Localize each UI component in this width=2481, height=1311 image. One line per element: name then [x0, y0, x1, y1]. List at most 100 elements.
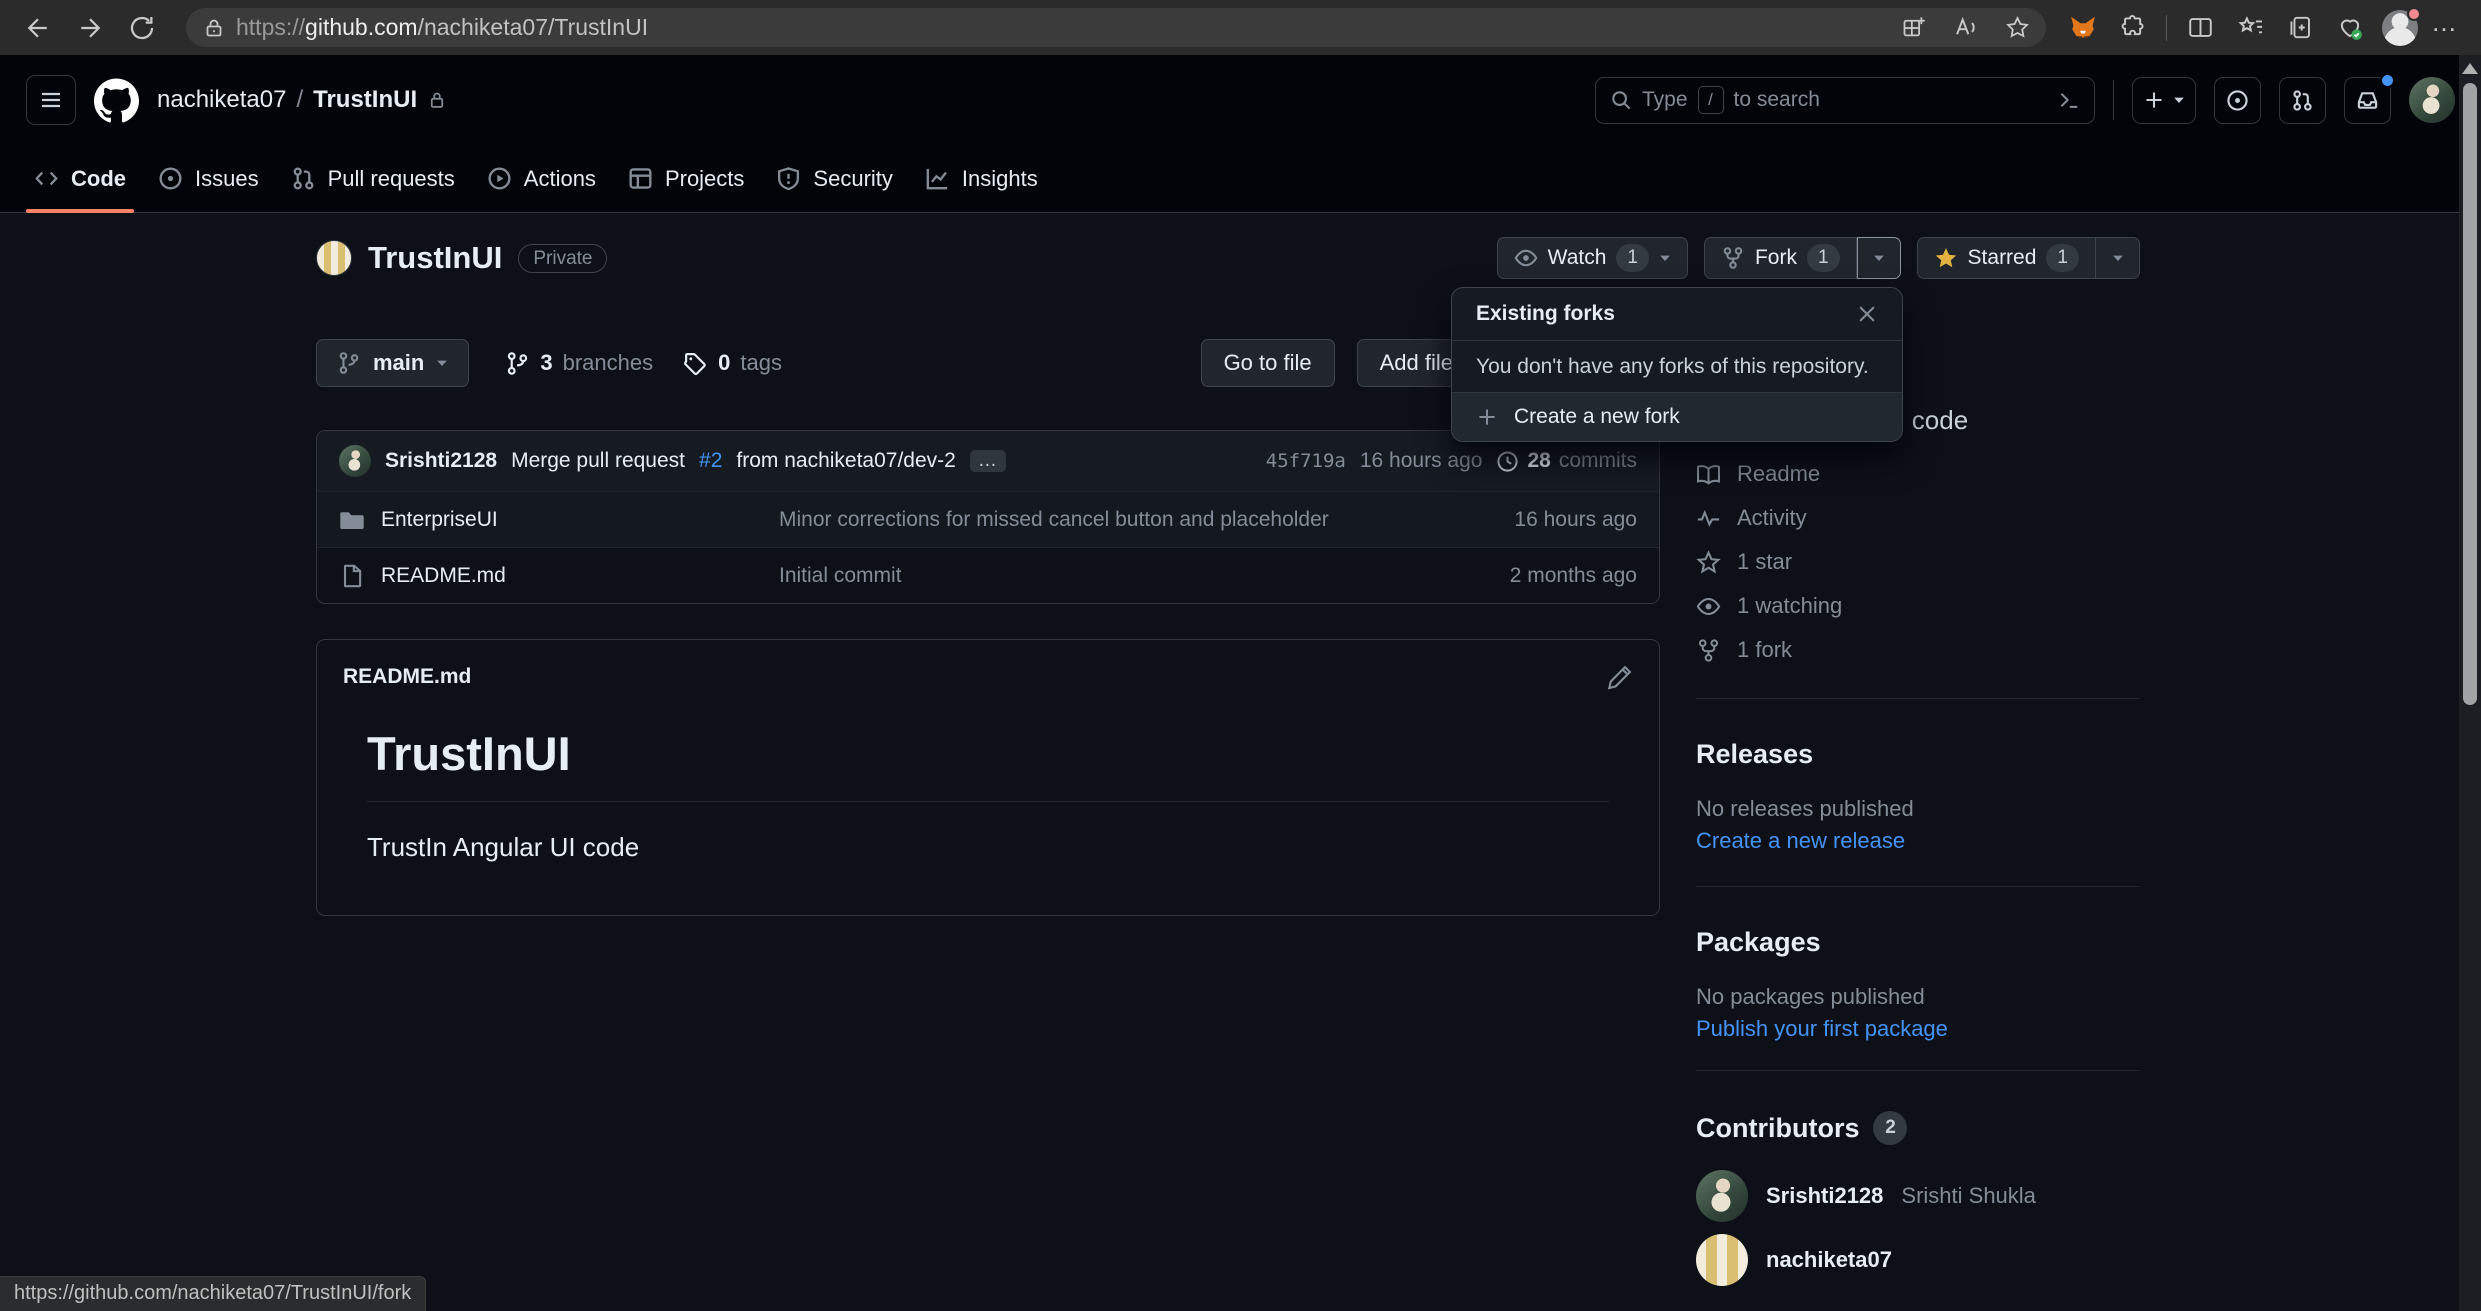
sidebar-item-stars[interactable]: 1 star — [1696, 540, 2140, 584]
commit-message-tail[interactable]: from nachiketa07/dev-2 — [736, 449, 955, 473]
contributor-login[interactable]: nachiketa07 — [1766, 1247, 1892, 1273]
pulse-icon — [1696, 506, 1721, 531]
eye-icon — [1696, 594, 1721, 619]
file-row[interactable]: README.md Initial commit 2 months ago — [317, 547, 1659, 603]
search-placeholder-prefix: Type — [1642, 88, 1688, 112]
tab-label: Projects — [665, 166, 744, 192]
contributor-row[interactable]: nachiketa07 — [1696, 1231, 2140, 1289]
collections-button[interactable] — [2227, 6, 2273, 50]
commits-count: 28 — [1527, 449, 1550, 473]
toolbar-divider — [2166, 15, 2167, 41]
scrollbar-thumb[interactable] — [2463, 83, 2477, 705]
star-dropdown-button[interactable] — [2096, 237, 2140, 279]
commit-pr-link[interactable]: #2 — [699, 449, 722, 473]
sidebar-item-watching[interactable]: 1 watching — [1696, 584, 2140, 628]
breadcrumb-repo-link[interactable]: TrustInUI — [313, 86, 417, 114]
contributors-heading[interactable]: Contributors — [1696, 1113, 1859, 1144]
contributor-login[interactable]: Srishti2128 — [1766, 1183, 1883, 1209]
browser-profile-button[interactable] — [2377, 6, 2423, 50]
tab-pull-requests[interactable]: Pull requests — [275, 145, 471, 212]
starred-button[interactable]: Starred 1 — [1917, 237, 2096, 279]
fork-button[interactable]: Fork 1 — [1704, 237, 1857, 279]
tab-insights[interactable]: Insights — [909, 145, 1054, 212]
file-name[interactable]: EnterpriseUI — [381, 508, 498, 532]
split-screen-button[interactable] — [2177, 6, 2223, 50]
branches-link[interactable]: 3 branches — [505, 350, 653, 376]
contributor-avatar[interactable] — [1696, 1234, 1748, 1286]
breadcrumb-owner-link[interactable]: nachiketa07 — [157, 86, 286, 114]
close-icon[interactable] — [1856, 303, 1878, 325]
tab-code[interactable]: Code — [18, 145, 142, 212]
header-divider — [2113, 80, 2114, 120]
browser-refresh-button[interactable] — [118, 6, 166, 50]
commit-author-avatar[interactable] — [339, 445, 371, 477]
go-to-file-button[interactable]: Go to file — [1201, 339, 1335, 387]
contributor-avatar[interactable] — [1696, 1170, 1748, 1222]
branch-selector[interactable]: main — [316, 339, 469, 387]
git-branch-icon — [337, 351, 361, 375]
browser-settings-menu-button[interactable]: … — [2427, 7, 2467, 48]
user-avatar-button[interactable] — [2409, 77, 2455, 123]
sidebar-divider — [1696, 886, 2140, 887]
tab-projects[interactable]: Projects — [612, 145, 760, 212]
browser-essentials-button[interactable] — [2327, 6, 2373, 50]
branches-label: branches — [563, 350, 654, 376]
add-tab-group-button[interactable] — [2277, 6, 2323, 50]
create-release-link[interactable]: Create a new release — [1696, 828, 2140, 854]
sidebar-item-label: Readme — [1737, 461, 1820, 487]
browser-forward-button[interactable] — [66, 6, 114, 50]
tab-actions[interactable]: Actions — [471, 145, 612, 212]
publish-package-link[interactable]: Publish your first package — [1696, 1016, 2140, 1042]
tab-label: Issues — [195, 166, 259, 192]
tab-security[interactable]: Security — [760, 145, 908, 212]
file-commit-message[interactable]: Initial commit — [779, 564, 1427, 588]
fork-dropdown-button[interactable] — [1857, 237, 1901, 279]
commit-history-link[interactable]: 28 commits — [1496, 449, 1637, 473]
page-scrollbar[interactable] — [2459, 55, 2481, 1311]
metamask-extension-button[interactable] — [2060, 6, 2106, 50]
browser-back-button[interactable] — [14, 6, 62, 50]
readme-filename[interactable]: README.md — [343, 665, 471, 689]
commit-ellipsis-button[interactable]: … — [970, 450, 1006, 472]
commit-message[interactable]: Merge pull request — [511, 449, 685, 473]
sidebar-item-forks[interactable]: 1 fork — [1696, 628, 2140, 672]
profile-sync-dot — [2407, 7, 2421, 21]
edit-pencil-icon[interactable] — [1607, 664, 1633, 690]
packages-heading[interactable]: Packages — [1696, 927, 2140, 958]
issues-button[interactable] — [2214, 77, 2261, 124]
create-new-button[interactable] — [2132, 77, 2196, 124]
github-logo-icon[interactable] — [94, 78, 139, 123]
breadcrumb-separator: / — [296, 86, 303, 114]
sidebar-item-readme[interactable]: Readme — [1696, 452, 2140, 496]
sidebar-item-activity[interactable]: Activity — [1696, 496, 2140, 540]
create-fork-label: Create a new fork — [1514, 405, 1680, 429]
tab-issues[interactable]: Issues — [142, 145, 275, 212]
workspaces-button[interactable] — [1892, 10, 1934, 46]
tags-link[interactable]: 0 tags — [683, 350, 782, 376]
repo-header: TrustInUI Private Watch 1 Fork 1 — [316, 237, 2140, 279]
search-input[interactable]: Type / to search — [1595, 77, 2095, 124]
file-commit-time: 2 months ago — [1427, 564, 1637, 588]
notifications-inbox-button[interactable] — [2344, 77, 2391, 124]
releases-heading[interactable]: Releases — [1696, 739, 2140, 770]
contributor-row[interactable]: Srishti2128 Srishti Shukla — [1696, 1167, 2140, 1225]
commit-hash[interactable]: 45f719a — [1266, 450, 1346, 472]
file-commit-message[interactable]: Minor corrections for missed cancel butt… — [779, 508, 1427, 532]
watch-button[interactable]: Watch 1 — [1497, 237, 1688, 279]
repo-title[interactable]: TrustInUI — [368, 240, 502, 276]
commit-author[interactable]: Srishti2128 — [385, 449, 497, 473]
read-aloud-button[interactable] — [1944, 10, 1986, 46]
global-nav-menu-button[interactable] — [26, 75, 76, 125]
pull-requests-button[interactable] — [2279, 77, 2326, 124]
file-row[interactable]: EnterpriseUI Minor corrections for misse… — [317, 491, 1659, 547]
favorite-star-button[interactable] — [1996, 10, 2038, 46]
create-new-fork-button[interactable]: Create a new fork — [1452, 393, 1902, 441]
extensions-button[interactable] — [2110, 6, 2156, 50]
command-palette-icon[interactable] — [2058, 89, 2080, 111]
file-name[interactable]: README.md — [381, 564, 506, 588]
scrollbar-up-arrow-icon[interactable] — [2462, 63, 2478, 74]
browser-essentials-icon — [2335, 13, 2365, 43]
sidebar-item-label: 1 watching — [1737, 593, 1842, 619]
inbox-icon — [2356, 89, 2379, 112]
address-bar[interactable]: https://github.com/nachiketa07/TrustInUI — [186, 8, 2046, 47]
